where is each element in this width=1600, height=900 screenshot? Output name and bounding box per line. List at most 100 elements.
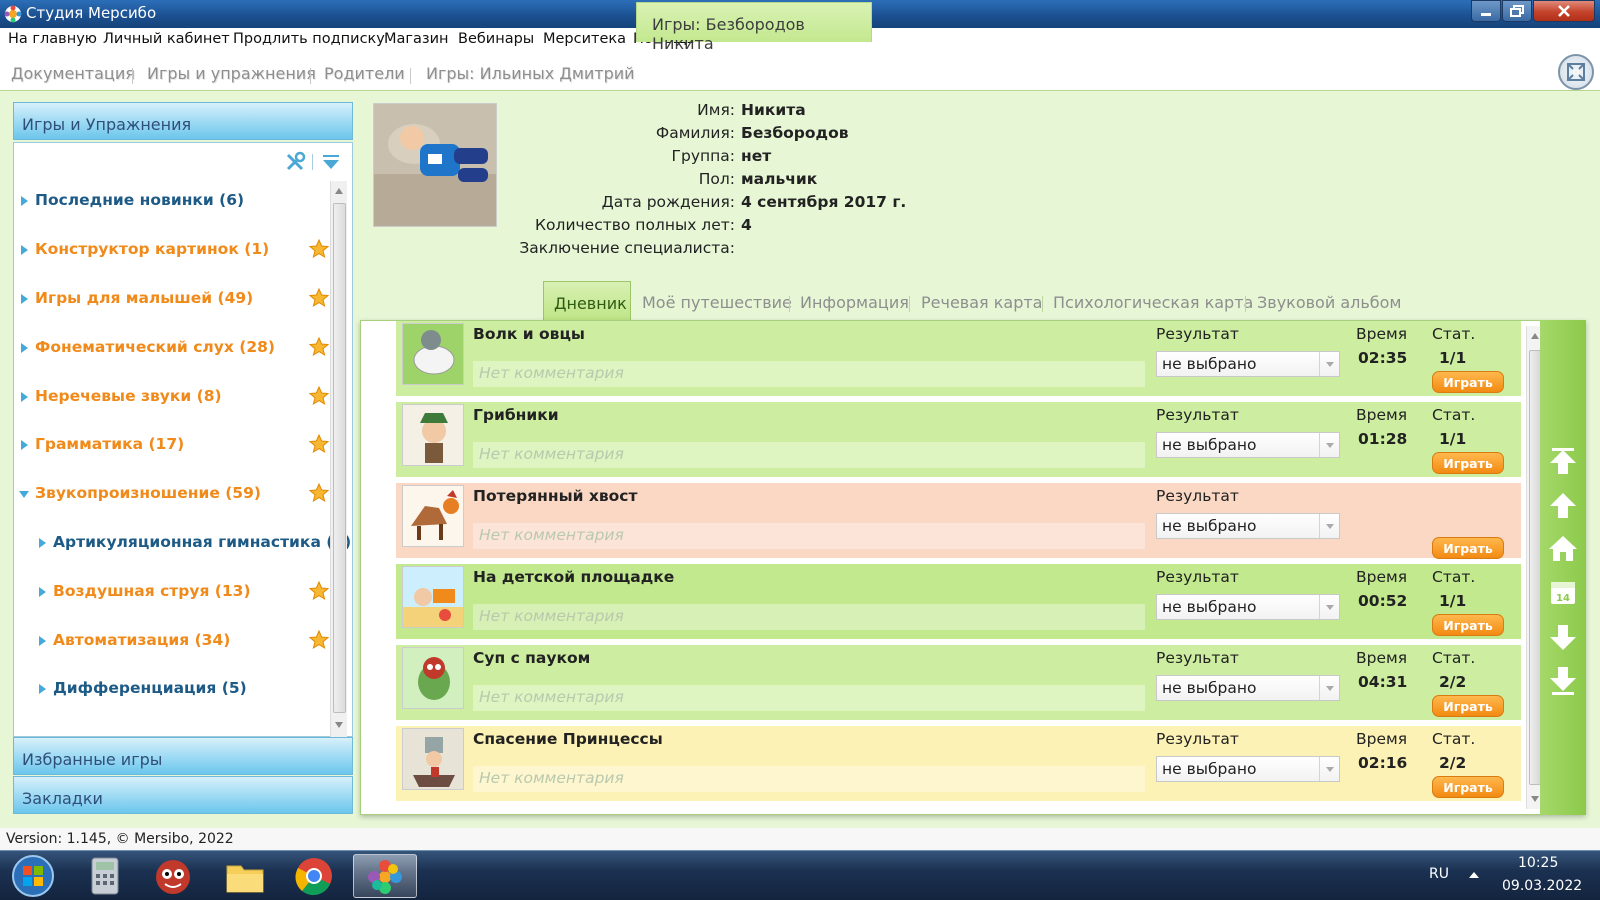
tab-games-ilyinykh[interactable]: Игры: Ильиных Дмитрий [426,64,635,83]
result-select-value: не выбрано [1162,355,1257,373]
close-button[interactable] [1533,0,1595,22]
result-select-value: не выбрано [1162,679,1257,697]
tab-games-bezborodov[interactable]: Игры: Безбородов Никита [636,2,872,53]
collapsed-arrow-icon[interactable] [18,342,30,354]
language-indicator[interactable]: RU [1429,866,1449,882]
restore-button[interactable] [1502,0,1532,22]
game-thumbnail[interactable] [402,323,464,385]
star-icon [309,337,329,357]
tab-speech-card[interactable]: Речевая карта [921,293,1042,312]
time-label: Время [1356,730,1408,748]
mersibo-flower-icon [368,860,402,894]
result-label: Результат [1156,487,1239,505]
play-button[interactable]: Играть [1432,537,1504,559]
play-button[interactable]: Играть [1432,452,1504,474]
collapsed-arrow-icon[interactable] [18,439,30,451]
collapsed-arrow-icon[interactable] [18,391,30,403]
comment-field[interactable]: Нет комментария [473,442,1145,468]
calendar-icon[interactable]: 14 [1546,575,1580,609]
result-select[interactable]: не выбрано [1156,756,1340,782]
comment-field[interactable]: Нет комментария [473,604,1145,630]
tab-sound-album[interactable]: Звуковой альбом [1257,293,1402,312]
tab-diary[interactable]: Дневник [543,281,631,323]
settings-tools-icon[interactable] [284,151,308,173]
down-icon[interactable] [1546,620,1580,654]
menu-library[interactable]: Мерситека [543,31,626,47]
chevron-down-icon [1326,362,1334,367]
home-icon[interactable] [1546,532,1580,566]
star-icon [309,239,329,259]
scroll-thumb[interactable] [333,203,346,713]
tab-games[interactable]: Игры и упражнения [147,64,316,83]
game-thumbnail[interactable] [402,485,464,547]
up-icon[interactable] [1546,489,1580,523]
play-button[interactable]: Играть [1432,695,1504,717]
collapsed-arrow-icon[interactable] [18,293,30,305]
fullscreen-button[interactable] [1558,54,1594,90]
tree-item-label: Дифференциация (5) [53,679,247,697]
tab-documentation[interactable]: Документация [11,64,135,83]
game-thumbnail[interactable] [402,404,464,466]
menu-shop[interactable]: Магазин [384,31,449,47]
start-button-icon[interactable] [10,853,56,899]
tray-expand-icon[interactable] [1468,870,1480,880]
tree-item-label: Неречевые звуки (8) [35,387,222,405]
explorer-app[interactable] [215,854,275,898]
comment-field[interactable]: Нет комментария [473,685,1145,711]
menu-webinars[interactable]: Вебинары [458,31,534,47]
comment-field[interactable]: Нет комментария [473,766,1145,792]
restore-icon [1510,5,1524,17]
play-button[interactable]: Играть [1432,614,1504,636]
menu-account[interactable]: Личный кабинет [103,31,230,47]
jump-bottom-icon[interactable] [1546,663,1580,697]
result-select[interactable]: не выбрано [1156,513,1340,539]
result-label: Результат [1156,325,1239,343]
time-label: Время [1356,568,1408,586]
accordion-bookmarks-header[interactable]: Закладки [13,776,353,814]
game-row: На детской площадке Нет комментария Резуль… [396,564,1521,642]
minimize-button[interactable] [1471,0,1501,22]
profile-label: Группа: [671,147,735,165]
expanded-arrow-icon[interactable] [18,488,30,500]
mersibo-app[interactable] [353,854,417,898]
collapsed-arrow-icon[interactable] [18,195,30,207]
tab-psych-card[interactable]: Психологическая карта [1053,293,1253,312]
calculator-app[interactable] [75,854,135,898]
tree-scrollbar[interactable] [330,181,347,737]
collapsed-arrow-icon[interactable] [36,537,48,549]
scroll-down-icon[interactable] [331,717,347,733]
play-button[interactable]: Играть [1432,371,1504,393]
games-tree-panel: Игры и Упражнения Последние новинки (6) К… [13,102,353,814]
time-value: 00:52 [1358,592,1408,610]
result-select[interactable]: не выбрано [1156,432,1340,458]
clock-time[interactable]: 10:25 [1518,855,1558,871]
collapsed-arrow-icon[interactable] [36,586,48,598]
close-icon [1558,5,1570,17]
game-thumbnail[interactable] [402,728,464,790]
tab-parents[interactable]: Родители [324,64,405,83]
game-app[interactable] [143,854,203,898]
tab-divider [132,68,133,84]
play-button[interactable]: Играть [1432,776,1504,798]
chrome-app[interactable] [284,854,344,898]
game-thumbnail[interactable] [402,566,464,628]
tab-information[interactable]: Информация [800,293,909,312]
menu-subscription[interactable]: Продлить подписку [233,31,385,47]
accordion-favorites-header[interactable]: Избранные игры [13,737,353,775]
filter-icon[interactable] [322,153,340,173]
collapsed-arrow-icon[interactable] [36,635,48,647]
game-thumbnail[interactable] [402,647,464,709]
result-select[interactable]: не выбрано [1156,351,1340,377]
comment-field[interactable]: Нет комментария [473,523,1145,549]
collapsed-arrow-icon[interactable] [36,683,48,695]
accordion-games-header[interactable]: Игры и Упражнения [13,102,353,140]
jump-top-icon[interactable] [1546,446,1580,480]
comment-field[interactable]: Нет комментария [473,361,1145,387]
menu-home[interactable]: На главную [8,31,97,47]
collapsed-arrow-icon[interactable] [18,244,30,256]
result-select[interactable]: не выбрано [1156,675,1340,701]
result-select[interactable]: не выбрано [1156,594,1340,620]
scroll-up-icon[interactable] [331,183,347,199]
clock-date[interactable]: 09.03.2022 [1502,878,1582,894]
tab-my-journey[interactable]: Моё путешествие [642,293,792,312]
